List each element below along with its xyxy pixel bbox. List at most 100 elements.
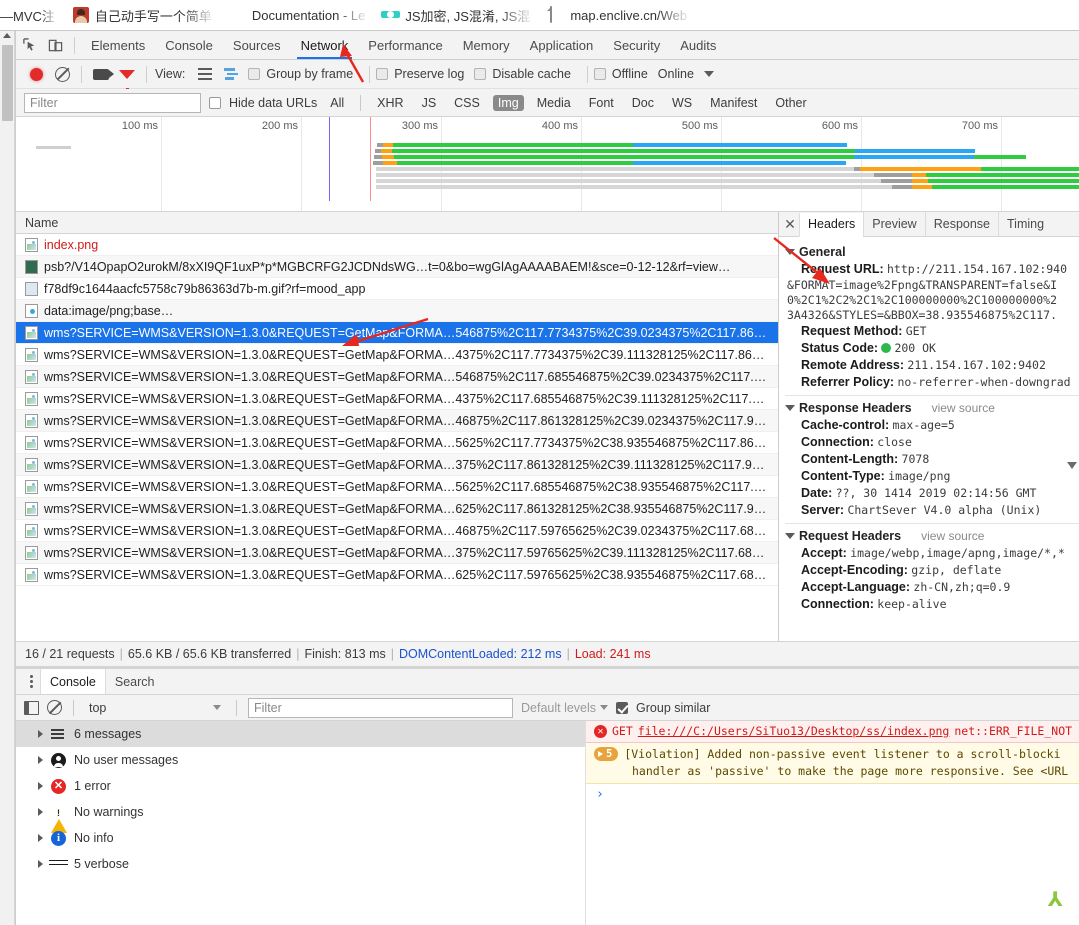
table-row[interactable]: wms?SERVICE=WMS&VERSION=1.3.0&REQUEST=Ge… (16, 476, 778, 498)
sidebar-item-info[interactable]: i No info (16, 825, 585, 851)
record-button[interactable] (23, 61, 49, 87)
device-toolbar-icon[interactable] (42, 32, 68, 58)
filter-type-css[interactable]: CSS (449, 95, 485, 111)
inspect-element-icon[interactable] (16, 32, 42, 58)
console-violation-message[interactable]: 5 [Violation] Added non-passive event li… (586, 743, 1079, 784)
network-overview-timeline[interactable]: 100 ms 200 ms 300 ms 400 ms 500 ms 600 m… (16, 117, 1079, 212)
sidebar-item-warnings[interactable]: No warnings (16, 799, 585, 833)
filter-type-ws[interactable]: WS (667, 95, 697, 111)
tab-timing[interactable]: Timing (998, 212, 1052, 236)
console-messages[interactable]: ✕ GET file:///C:/Users/SiTuo13/Desktop/s… (586, 721, 1079, 925)
console-sidebar-toggle-icon[interactable] (24, 700, 39, 715)
request-headers-section-header[interactable]: Request Headers view source (779, 527, 1079, 545)
close-icon[interactable]: ✕ (781, 217, 799, 231)
error-url[interactable]: file:///C:/Users/SiTuo13/Desktop/ss/inde… (638, 723, 950, 740)
tab-memory[interactable]: Memory (453, 31, 520, 59)
view-list-button[interactable] (192, 61, 218, 87)
console-prompt[interactable]: › (586, 784, 1079, 802)
execution-context-select[interactable]: top (85, 698, 225, 718)
offline-option[interactable]: Offline (593, 67, 648, 81)
page-scrollbar[interactable] (0, 31, 15, 925)
table-row-selected[interactable]: wms?SERVICE=WMS&VERSION=1.3.0&REQUEST=Ge… (16, 322, 778, 344)
tab-elements[interactable]: Elements (81, 31, 155, 59)
browser-tab-4[interactable]: map.enclive.cn/Web (539, 0, 696, 30)
table-row[interactable]: wms?SERVICE=WMS&VERSION=1.3.0&REQUEST=Ge… (16, 388, 778, 410)
tab-security[interactable]: Security (603, 31, 670, 59)
sidebar-item-user-messages[interactable]: No user messages (16, 747, 585, 773)
tab-audits[interactable]: Audits (670, 31, 726, 59)
clear-console-icon[interactable] (47, 700, 62, 715)
tab-preview[interactable]: Preview (863, 212, 924, 236)
filter-type-img[interactable]: Img (492, 94, 524, 111)
table-row[interactable]: wms?SERVICE=WMS&VERSION=1.3.0&REQUEST=Ge… (16, 344, 778, 366)
chevron-right-icon[interactable] (38, 860, 43, 868)
table-row[interactable]: f78df9c1644aacfc5758c79b86363d7b-m.gif?r… (16, 278, 778, 300)
filter-type-all[interactable]: All (325, 95, 349, 111)
scrollbar-thumb[interactable] (2, 45, 13, 121)
table-row[interactable]: wms?SERVICE=WMS&VERSION=1.3.0&REQUEST=Ge… (16, 542, 778, 564)
tab-network[interactable]: Network (291, 31, 359, 59)
filter-toggle-button[interactable] (114, 61, 140, 93)
view-waterfall-button[interactable] (218, 61, 244, 87)
console-filter-input[interactable]: Filter (248, 697, 513, 718)
group-by-frame-checkbox[interactable] (248, 68, 261, 80)
tab-response[interactable]: Response (924, 212, 998, 236)
chevron-right-icon[interactable] (38, 808, 43, 816)
scroll-up-arrow-icon[interactable] (3, 33, 11, 38)
chevron-right-icon[interactable] (38, 756, 43, 764)
response-headers-section-header[interactable]: Response Headers view source (779, 399, 1079, 417)
view-source-link[interactable]: view source (932, 401, 995, 415)
filter-type-manifest[interactable]: Manifest (705, 95, 762, 111)
disable-cache-option[interactable]: Disable cache (474, 67, 571, 81)
drawer-tab-search[interactable]: Search (106, 669, 164, 694)
filter-input[interactable]: Filter (24, 92, 201, 113)
chevron-right-icon[interactable] (38, 730, 43, 738)
table-row[interactable]: wms?SERVICE=WMS&VERSION=1.3.0&REQUEST=Ge… (16, 410, 778, 432)
filter-type-font[interactable]: Font (584, 95, 619, 111)
filter-type-js[interactable]: JS (417, 95, 442, 111)
table-row[interactable]: wms?SERVICE=WMS&VERSION=1.3.0&REQUEST=Ge… (16, 366, 778, 388)
browser-tab-2[interactable]: Documentation - Le (221, 0, 374, 30)
group-similar-checkbox[interactable] (616, 701, 629, 714)
tab-application[interactable]: Application (520, 31, 604, 59)
offline-checkbox[interactable] (593, 68, 606, 80)
tab-console[interactable]: Console (155, 31, 223, 59)
filter-type-xhr[interactable]: XHR (372, 95, 408, 111)
chevron-right-icon[interactable] (38, 834, 43, 842)
sidebar-item-errors[interactable]: ✕ 1 error (16, 773, 585, 799)
hide-data-urls-checkbox[interactable] (209, 96, 221, 109)
table-row[interactable]: wms?SERVICE=WMS&VERSION=1.3.0&REQUEST=Ge… (16, 432, 778, 454)
table-row[interactable]: psb?/V14OpapO2urokM/8xXI9QF1uxP*p*MGBCRF… (16, 256, 778, 278)
console-sidebar[interactable]: 6 messages No user messages ✕ 1 error ! … (16, 721, 586, 925)
log-levels-select[interactable]: Default levels (521, 701, 609, 715)
table-row[interactable]: wms?SERVICE=WMS&VERSION=1.3.0&REQUEST=Ge… (16, 498, 778, 520)
violation-count-badge[interactable]: 5 (594, 747, 619, 761)
table-row[interactable]: wms?SERVICE=WMS&VERSION=1.3.0&REQUEST=Ge… (16, 454, 778, 476)
throttling-dropdown-icon[interactable] (703, 71, 714, 77)
browser-tab-1[interactable]: 自己动手写一个简单 (64, 0, 221, 30)
view-source-link[interactable]: view source (921, 529, 984, 543)
scroll-down-arrow-icon[interactable] (1067, 462, 1077, 469)
chevron-right-icon[interactable] (38, 782, 43, 790)
browser-tab-0[interactable]: —MVC注 (0, 0, 64, 30)
capture-screenshots-button[interactable] (88, 61, 114, 87)
table-row[interactable]: wms?SERVICE=WMS&VERSION=1.3.0&REQUEST=Ge… (16, 520, 778, 542)
group-by-frame-option[interactable]: Group by frame (248, 67, 353, 81)
preserve-log-option[interactable]: Preserve log (376, 67, 464, 81)
general-section-header[interactable]: General (779, 243, 1079, 261)
console-error-message[interactable]: ✕ GET file:///C:/Users/SiTuo13/Desktop/s… (586, 721, 1079, 743)
tab-sources[interactable]: Sources (223, 31, 291, 59)
tab-performance[interactable]: Performance (358, 31, 452, 59)
network-request-list[interactable]: Name index.png psb?/V14OpapO2urokM/8xXI9… (16, 212, 779, 641)
table-row[interactable]: data:image/png;base… (16, 300, 778, 322)
filter-type-doc[interactable]: Doc (627, 95, 659, 111)
sidebar-item-messages[interactable]: 6 messages (16, 721, 585, 747)
browser-tab-3[interactable]: JS加密, JS混淆, JS混 (374, 0, 539, 30)
preserve-log-checkbox[interactable] (376, 68, 389, 80)
disable-cache-checkbox[interactable] (474, 68, 487, 80)
sidebar-item-verbose[interactable]: 5 verbose (16, 851, 585, 877)
clear-button[interactable] (49, 61, 75, 87)
drawer-tab-console[interactable]: Console (40, 669, 106, 694)
table-row[interactable]: wms?SERVICE=WMS&VERSION=1.3.0&REQUEST=Ge… (16, 564, 778, 586)
table-row[interactable]: index.png (16, 234, 778, 256)
